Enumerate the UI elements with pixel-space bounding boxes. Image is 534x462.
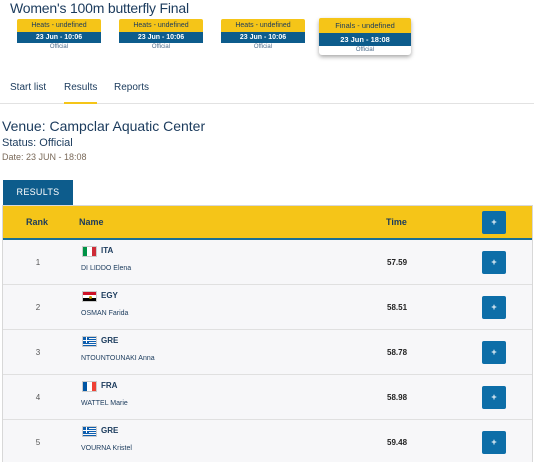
venue-status: Status: Official	[2, 137, 73, 149]
header-name: Name	[79, 217, 104, 227]
table-row[interactable]: 1 ITA DI LIDDO Elena 57.59 +	[3, 240, 532, 285]
phase-date: 23 Jun - 10:06	[119, 32, 203, 43]
time-cell: 58.51	[387, 303, 408, 312]
country-code: GRE	[101, 426, 119, 435]
expand-row-button[interactable]: +	[482, 386, 506, 409]
event-title: Women's 100m butterfly Final	[10, 0, 189, 16]
phase-status: Official	[253, 44, 273, 50]
phase-status: Official	[355, 47, 375, 53]
france-flag-icon	[82, 381, 97, 392]
greece-flag-icon	[82, 336, 97, 347]
phase-card-heats-1[interactable]: Heats - undefined 23 Jun - 10:06 Officia…	[17, 19, 101, 52]
time-cell: 59.48	[387, 438, 408, 447]
expand-row-button[interactable]: +	[482, 296, 506, 319]
expand-row-button[interactable]: +	[482, 251, 506, 274]
greece-flag-icon	[82, 426, 97, 437]
venue-title: Venue: Campclar Aquatic Center	[2, 118, 206, 134]
athlete-name: DI LIDDO Elena	[81, 265, 132, 272]
phase-date: 23 Jun - 18:08	[319, 33, 411, 46]
table-header: Rank Name Time +	[3, 206, 532, 240]
header-time: Time	[386, 217, 407, 227]
phase-card-heats-2[interactable]: Heats - undefined 23 Jun - 10:06 Officia…	[119, 19, 203, 52]
time-cell: 58.98	[387, 393, 408, 402]
venue-date: Date: 23 JUN - 18:08	[2, 152, 87, 162]
country-code: ITA	[101, 246, 114, 255]
tab-start-list[interactable]: Start list	[10, 82, 46, 104]
phase-card-heats-3[interactable]: Heats - undefined 23 Jun - 10:06 Officia…	[221, 19, 305, 52]
phase-date: 23 Jun - 10:06	[221, 32, 305, 43]
results-tab[interactable]: RESULTS	[3, 180, 73, 205]
tab-bar: Start list Results Reports	[0, 74, 534, 104]
table-row[interactable]: 5 GRE VOURNA Kristel 59.48 +	[3, 420, 532, 462]
athlete-name: OSMAN Farida	[81, 310, 129, 317]
phase-status: Official	[151, 44, 171, 50]
rank-cell: 1	[35, 258, 41, 267]
country-code: FRA	[101, 381, 118, 390]
rank-cell: 2	[35, 303, 41, 312]
phase-label: Heats - undefined	[119, 19, 203, 32]
athlete-name: NTOUNTOUNAKI Anna	[81, 355, 155, 362]
results-table: Rank Name Time + 1 ITA DI LIDDO Elena 57…	[2, 205, 533, 462]
athlete-name: VOURNA Kristel	[81, 445, 132, 452]
rank-cell: 5	[35, 438, 41, 447]
table-row[interactable]: 3 GRE NTOUNTOUNAKI Anna 58.78 +	[3, 330, 532, 375]
time-cell: 58.78	[387, 348, 408, 357]
athlete-name: WATTEL Marie	[81, 400, 128, 407]
phase-label: Finals - undefined	[319, 18, 411, 33]
expand-all-button[interactable]: +	[482, 211, 506, 234]
phase-label: Heats - undefined	[221, 19, 305, 32]
tab-reports[interactable]: Reports	[114, 82, 149, 104]
tab-results[interactable]: Results	[64, 82, 98, 104]
phase-status: Official	[49, 44, 69, 50]
header-rank: Rank	[26, 217, 49, 227]
italy-flag-icon	[82, 246, 97, 257]
table-row[interactable]: 4 FRA WATTEL Marie 58.98 +	[3, 375, 532, 420]
rank-cell: 3	[35, 348, 41, 357]
country-code: EGY	[101, 291, 118, 300]
phase-date: 23 Jun - 10:06	[17, 32, 101, 43]
table-row[interactable]: 2 EGY OSMAN Farida 58.51 +	[3, 285, 532, 330]
egypt-flag-icon	[82, 291, 97, 302]
phase-card-finals[interactable]: Finals - undefined 23 Jun - 18:08 Offici…	[319, 18, 411, 55]
phase-label: Heats - undefined	[17, 19, 101, 32]
expand-row-button[interactable]: +	[482, 341, 506, 364]
time-cell: 57.59	[387, 258, 408, 267]
expand-row-button[interactable]: +	[482, 431, 506, 454]
rank-cell: 4	[35, 393, 41, 402]
country-code: GRE	[101, 336, 119, 345]
